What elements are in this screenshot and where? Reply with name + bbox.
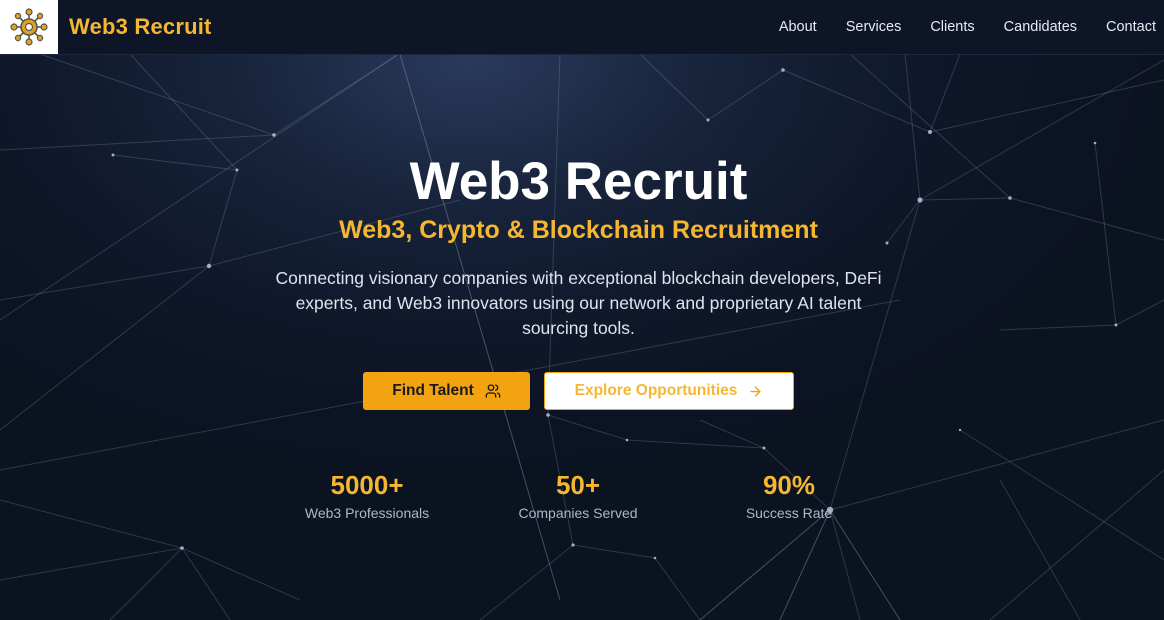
stat-label: Success Rate bbox=[745, 505, 833, 521]
nav-link-clients[interactable]: Clients bbox=[930, 19, 974, 35]
users-icon bbox=[485, 383, 501, 399]
top-navbar: Web3 Recruit About Services Clients Cand… bbox=[0, 0, 1164, 55]
logo[interactable] bbox=[0, 0, 58, 54]
stat-success-rate: 90% Success Rate bbox=[689, 468, 889, 524]
hero-subtitle: Web3, Crypto & Blockchain Recruitment bbox=[339, 216, 818, 244]
explore-opportunities-label: Explore Opportunities bbox=[574, 382, 738, 399]
stat-value: 5000+ bbox=[330, 470, 404, 500]
arrow-right-icon bbox=[748, 384, 763, 399]
stat-label: Web3 Professionals bbox=[304, 505, 430, 521]
find-talent-button[interactable]: Find Talent bbox=[363, 372, 530, 410]
stat-label: Companies Served bbox=[518, 505, 638, 521]
nav-link-about[interactable]: About bbox=[779, 19, 817, 35]
hero-title: Web3 Recruit bbox=[409, 152, 748, 211]
network-hub-icon bbox=[10, 8, 48, 46]
nav-link-contact[interactable]: Contact bbox=[1106, 19, 1156, 35]
stat-value: 90% bbox=[762, 470, 816, 500]
brand-name[interactable]: Web3 Recruit bbox=[69, 14, 212, 40]
stat-companies: 50+ Companies Served bbox=[478, 468, 678, 524]
stat-professionals: 5000+ Web3 Professionals bbox=[267, 468, 467, 524]
stat-value: 50+ bbox=[555, 470, 601, 500]
explore-opportunities-button[interactable]: Explore Opportunities bbox=[544, 372, 794, 410]
main-nav: About Services Clients Candidates Contac… bbox=[779, 0, 1164, 54]
find-talent-label: Find Talent bbox=[392, 382, 474, 399]
nav-link-candidates[interactable]: Candidates bbox=[1004, 19, 1077, 35]
nav-link-services[interactable]: Services bbox=[846, 19, 902, 35]
hero-section: Web3 Recruit Web3, Crypto & Blockchain R… bbox=[0, 54, 1164, 620]
page: Web3 Recruit About Services Clients Cand… bbox=[0, 0, 1164, 620]
hero-description: Connecting visionary companies with exce… bbox=[275, 268, 882, 338]
